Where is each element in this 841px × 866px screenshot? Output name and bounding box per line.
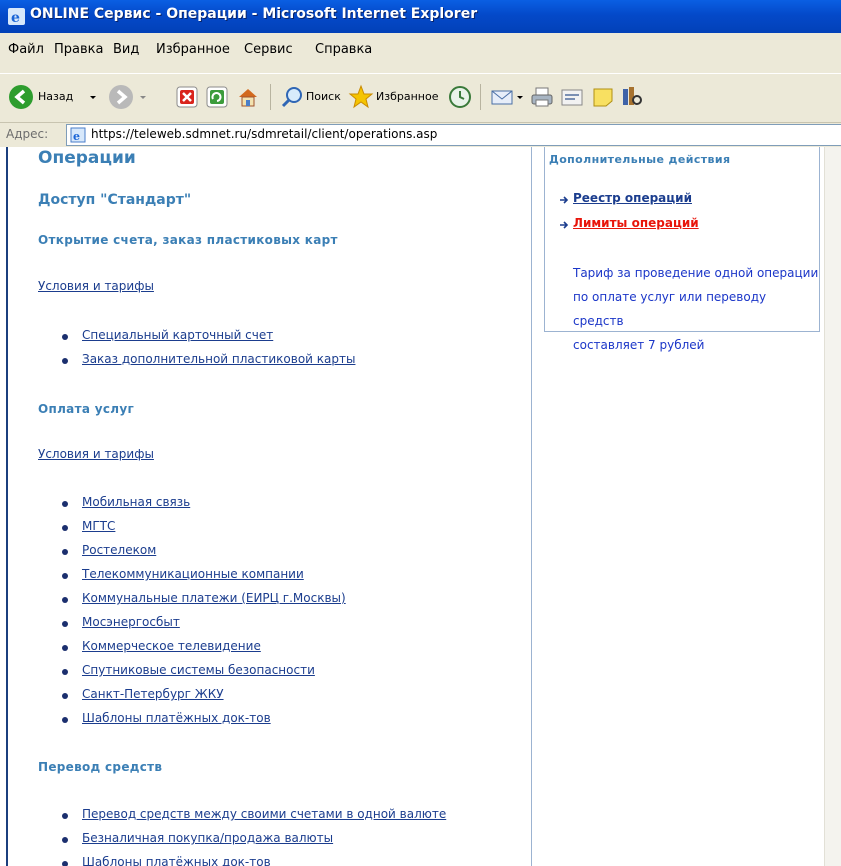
arrow-right-icon (560, 221, 569, 229)
bullet (62, 861, 68, 866)
back-arrow-icon[interactable] (8, 84, 34, 110)
bullet (62, 621, 68, 627)
tariff-note-line: составляет 7 рублей (573, 338, 705, 352)
section-heading-accounts: Открытие счета, заказ пластиковых карт (38, 233, 338, 247)
list-item-link[interactable]: Безналичная покупка/продажа валюты (82, 831, 333, 845)
page-title: Операции (38, 148, 136, 168)
menu-bar: Файл Правка Вид Избранное Сервис Справка (0, 33, 841, 74)
list-item-link[interactable]: Санкт-Петербург ЖКУ (82, 687, 224, 701)
menu-favorites[interactable]: Избранное (156, 42, 230, 57)
list-item-link[interactable]: Шаблоны платёжных док-тов (82, 855, 271, 866)
bullet (62, 501, 68, 507)
history-icon[interactable] (448, 84, 472, 110)
tariff-note-line: по оплате услуг или переводу средств (573, 290, 767, 328)
list-item-link[interactable]: Телекоммуникационные компании (82, 567, 304, 581)
list-item-link[interactable]: Перевод средств между своими счетами в о… (82, 807, 446, 821)
access-level-heading: Доступ "Стандарт" (38, 192, 192, 208)
operations-limits-link[interactable]: Лимиты операций (573, 216, 699, 230)
edit-icon[interactable] (560, 84, 584, 110)
menu-tools[interactable]: Сервис (244, 42, 293, 57)
bullet (62, 597, 68, 603)
bullet (62, 334, 68, 340)
additional-actions-panel: Дополнительные действия Реестр операций … (544, 147, 820, 352)
home-icon[interactable] (236, 84, 260, 110)
list-item-link[interactable]: МГТС (82, 519, 115, 533)
panel-title: Дополнительные действия (549, 153, 731, 166)
toolbar: Назад Поиск Избранное (0, 74, 841, 123)
list-item-link[interactable]: Мобильная связь (82, 495, 190, 509)
back-button-label[interactable]: Назад (38, 90, 73, 103)
favorites-button-label[interactable]: Избранное (376, 90, 438, 103)
bullet (62, 645, 68, 651)
research-icon[interactable] (620, 84, 644, 110)
operations-registry-link[interactable]: Реестр операций (573, 191, 692, 205)
tariff-note: Тариф за проведение одной операции по оп… (573, 261, 819, 357)
tariff-note-line: Тариф за проведение одной операции (573, 266, 819, 280)
title-bar: e ONLINE Сервис - Операции - Microsoft I… (0, 0, 841, 33)
mail-icon[interactable] (490, 84, 514, 110)
mail-dropdown-icon[interactable] (515, 84, 525, 110)
stop-icon[interactable] (176, 84, 198, 110)
address-bar: Адрес: e https://teleweb.sdmnet.ru/sdmre… (0, 123, 841, 147)
search-icon[interactable] (280, 84, 304, 110)
section-heading-payments: Оплата услуг (38, 402, 135, 416)
address-input[interactable]: e https://teleweb.sdmnet.ru/sdmretail/cl… (66, 124, 841, 146)
bullet (62, 549, 68, 555)
left-border (6, 147, 8, 866)
page-content: Операции Доступ "Стандарт" Открытие счет… (0, 147, 841, 866)
bullet (62, 573, 68, 579)
discuss-icon[interactable] (592, 84, 614, 110)
forward-dropdown-icon[interactable] (138, 84, 148, 110)
list-item-link[interactable]: Шаблоны платёжных док-тов (82, 711, 271, 725)
bullet (62, 693, 68, 699)
toolbar-separator (270, 84, 271, 110)
svg-text:e: e (73, 130, 80, 143)
list-item-link[interactable]: Коммунальные платежи (ЕИРЦ г.Москвы) (82, 591, 346, 605)
bullet (62, 717, 68, 723)
window-title: ONLINE Сервис - Операции - Microsoft Int… (30, 6, 478, 22)
terms-link[interactable]: Условия и тарифы (38, 279, 154, 293)
terms-link[interactable]: Условия и тарифы (38, 447, 154, 461)
list-item-link[interactable]: Коммерческое телевидение (82, 639, 261, 653)
favorites-star-icon[interactable] (348, 84, 374, 110)
vertical-scrollbar[interactable] (824, 147, 841, 866)
address-label: Адрес: (6, 127, 49, 141)
section-heading-transfers: Перевод средств (38, 760, 163, 774)
toolbar-separator (480, 84, 481, 110)
menu-file[interactable]: Файл (8, 42, 44, 57)
bullet (62, 837, 68, 843)
address-url[interactable]: https://teleweb.sdmnet.ru/sdmretail/clie… (91, 127, 437, 141)
menu-edit[interactable]: Правка (54, 42, 103, 57)
bullet (62, 525, 68, 531)
list-item-link[interactable]: Специальный карточный счет (82, 328, 273, 342)
internet-explorer-icon: e (8, 8, 25, 25)
bullet (62, 358, 68, 364)
back-dropdown-icon[interactable] (88, 84, 98, 110)
print-icon[interactable] (530, 84, 554, 110)
bullet (62, 669, 68, 675)
arrow-right-icon (560, 196, 569, 204)
menu-view[interactable]: Вид (113, 42, 139, 57)
search-button-label[interactable]: Поиск (306, 90, 341, 103)
menu-help[interactable]: Справка (315, 42, 372, 57)
svg-text:e: e (11, 10, 20, 25)
column-divider (531, 147, 532, 866)
refresh-icon[interactable] (206, 84, 228, 110)
page-icon: e (70, 127, 86, 143)
list-item-link[interactable]: Спутниковые системы безопасности (82, 663, 315, 677)
bullet (62, 813, 68, 819)
list-item-link[interactable]: Мосэнергосбыт (82, 615, 180, 629)
list-item-link[interactable]: Ростелеком (82, 543, 156, 557)
list-item-link[interactable]: Заказ дополнительной пластиковой карты (82, 352, 355, 366)
forward-arrow-icon[interactable] (108, 84, 134, 110)
